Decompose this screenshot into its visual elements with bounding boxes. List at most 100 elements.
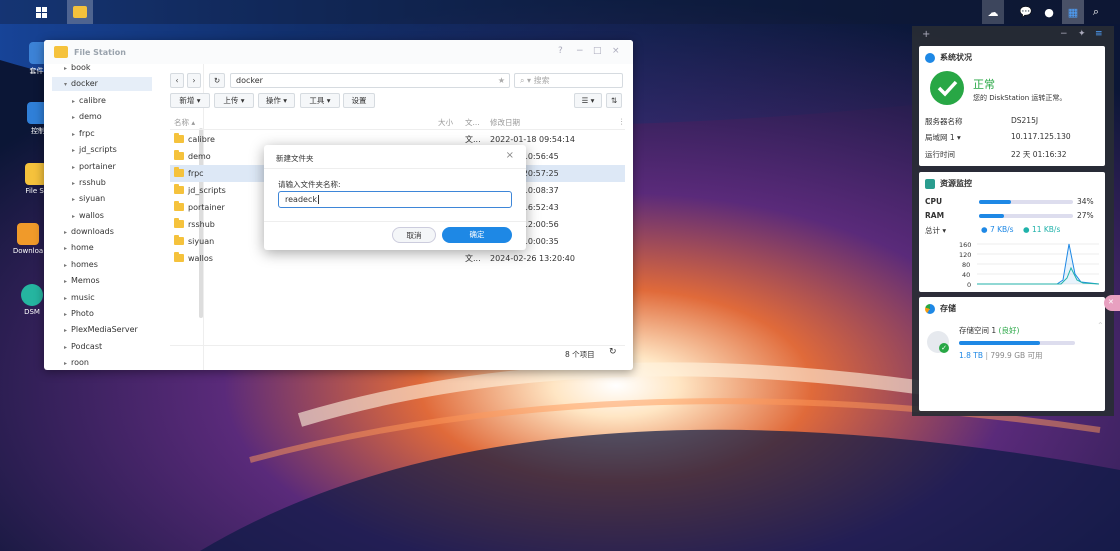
side-handle[interactable]: ✕ bbox=[1104, 295, 1120, 311]
tools-button[interactable]: 工具 ▾ bbox=[300, 93, 340, 108]
folder-icon bbox=[174, 235, 184, 245]
widget-header: 存储 bbox=[925, 303, 956, 314]
widgets-button[interactable]: ▦ bbox=[1062, 0, 1084, 24]
chevron-right-icon: ▸ bbox=[64, 262, 68, 269]
maximize-button[interactable]: □ bbox=[593, 46, 602, 56]
new-button[interactable]: 新增 ▾ bbox=[170, 93, 210, 108]
system-health-widget: 系统状况 正常 您的 DiskStation 运转正常。 服务器名称 DS215… bbox=[919, 46, 1105, 166]
path-field[interactable]: docker ★ bbox=[230, 73, 510, 88]
pin-icon[interactable]: ✦ bbox=[1078, 29, 1086, 39]
volume-capacity: 1.8 TB | 799.9 GB 可用 bbox=[959, 351, 1043, 360]
tree-item-music[interactable]: ▸ music bbox=[64, 291, 95, 305]
window-titlebar[interactable]: File Station bbox=[44, 40, 633, 64]
volume-usage-bar bbox=[959, 341, 1075, 345]
tree-item-book[interactable]: ▸ book bbox=[64, 64, 91, 75]
chevron-right-icon: ▸ bbox=[64, 327, 68, 334]
y-tick: 80 bbox=[962, 261, 971, 269]
search-input[interactable]: ⌕ ▾ 搜索 bbox=[514, 73, 623, 88]
upload-button[interactable]: 上传 ▾ bbox=[214, 93, 254, 108]
tree-item-siyuan[interactable]: ▸ siyuan bbox=[72, 192, 105, 206]
tree-item-calibre[interactable]: ▸ calibre bbox=[72, 94, 106, 108]
collapse-icon[interactable]: ⌃ bbox=[1097, 321, 1104, 330]
taskbar-file-station[interactable] bbox=[67, 0, 93, 24]
settings-button[interactable]: 设置 bbox=[343, 93, 375, 108]
chevron-right-icon: ▸ bbox=[64, 65, 68, 72]
tree-item-downloads[interactable]: ▸ downloads bbox=[64, 225, 114, 239]
close-button[interactable]: × bbox=[612, 46, 620, 56]
chevron-right-icon: ▸ bbox=[72, 114, 76, 121]
refresh-icon: ↻ bbox=[213, 76, 221, 85]
help-icon bbox=[21, 284, 43, 306]
column-name[interactable]: 名称 ▴ bbox=[174, 117, 195, 128]
sync-status-button[interactable]: ☁ bbox=[982, 0, 1004, 24]
main-menu-button[interactable] bbox=[28, 0, 54, 24]
folder-name-input[interactable]: readeck bbox=[278, 191, 512, 208]
minimize-button[interactable]: − bbox=[576, 46, 584, 56]
column-size[interactable]: 大小 bbox=[438, 117, 453, 128]
tree-item-podcast[interactable]: ▸ Podcast bbox=[64, 340, 102, 354]
tree-item-demo[interactable]: ▸ demo bbox=[72, 110, 102, 124]
folder-icon bbox=[174, 133, 184, 143]
widget-settings-icon[interactable]: ≡ bbox=[1095, 29, 1103, 39]
tree-item-roon[interactable]: ▸ roon bbox=[64, 356, 89, 370]
check-badge-icon: ✓ bbox=[939, 343, 949, 353]
action-button[interactable]: 操作 ▾ bbox=[258, 93, 295, 108]
ok-button[interactable]: 确定 bbox=[442, 227, 512, 243]
server-name-value: DS215J bbox=[1011, 116, 1039, 125]
folder-icon bbox=[73, 6, 87, 18]
back-button[interactable]: ‹ bbox=[170, 73, 184, 88]
user-button[interactable]: ● bbox=[1040, 0, 1058, 24]
volume-usage-fill bbox=[959, 341, 1041, 345]
folder-icon bbox=[174, 184, 184, 194]
widget-header: 系统状况 bbox=[925, 52, 972, 63]
chevron-right-icon: ▸ bbox=[72, 98, 76, 105]
forward-button[interactable]: › bbox=[187, 73, 201, 88]
search-button[interactable]: ⌕ bbox=[1086, 0, 1106, 24]
list-icon: ☰ ▾ bbox=[581, 96, 595, 105]
sort-button[interactable]: ⇅ bbox=[606, 93, 622, 108]
tree-item-photo[interactable]: ▸ Photo bbox=[64, 307, 94, 321]
chevron-right-icon: ▸ bbox=[64, 360, 68, 367]
minimize-icon[interactable]: − bbox=[1060, 29, 1068, 39]
cpu-label: CPU bbox=[925, 197, 943, 206]
health-state: 正常 bbox=[973, 78, 995, 91]
tree-item-homes[interactable]: ▸ homes bbox=[64, 258, 98, 272]
grid-icon bbox=[35, 6, 47, 18]
tree-item-plexmediaserver[interactable]: ▸ PlexMediaServer bbox=[64, 323, 138, 337]
help-button[interactable]: ? bbox=[558, 46, 563, 56]
refresh-button[interactable]: ↻ bbox=[209, 73, 225, 88]
refresh-icon[interactable]: ↻ bbox=[609, 347, 617, 357]
network-chart bbox=[977, 243, 1099, 285]
lan-label[interactable]: 局域网 1 ▾ bbox=[925, 132, 961, 143]
tree-item-home[interactable]: ▸ home bbox=[64, 241, 94, 255]
tree-item-portainer[interactable]: ▸ portainer bbox=[72, 160, 116, 174]
tree-item-docker[interactable]: ▾ docker bbox=[52, 77, 152, 91]
chevron-right-icon: › bbox=[192, 76, 196, 85]
desktop-icon-download-station[interactable]: Downloa bbox=[8, 223, 48, 255]
chevron-right-icon: ▸ bbox=[72, 196, 76, 203]
tree-item-frpc[interactable]: ▸ frpc bbox=[72, 127, 95, 141]
chevron-right-icon: ▸ bbox=[64, 245, 68, 252]
close-icon[interactable]: × bbox=[506, 150, 514, 161]
storage-icon bbox=[925, 303, 935, 314]
tree-item-rsshub[interactable]: ▸ rsshub bbox=[72, 176, 106, 190]
star-icon[interactable]: ★ bbox=[498, 74, 505, 87]
check-circle-icon bbox=[930, 71, 964, 105]
add-widget-icon[interactable]: + bbox=[922, 29, 930, 40]
messages-button[interactable]: 💬 bbox=[1016, 0, 1036, 24]
storage-widget: 存储 ⌃ ✓ 存储空间 1 (良好) 1.8 TB | 799.9 GB 可用 bbox=[919, 297, 1105, 411]
chevron-right-icon: ▸ bbox=[72, 213, 76, 220]
tree-item-wallos[interactable]: ▸ wallos bbox=[72, 209, 104, 223]
network-select[interactable]: 总计 ▾ bbox=[925, 225, 946, 236]
cancel-button[interactable]: 取消 bbox=[392, 227, 436, 243]
column-modified[interactable]: 修改日期 bbox=[490, 117, 520, 128]
tree-item-jd-scripts[interactable]: ▸ jd_scripts bbox=[72, 143, 117, 157]
column-type[interactable]: 文... bbox=[465, 117, 480, 128]
new-folder-dialog: 新建文件夹 × 请输入文件夹名称: readeck 取消 确定 bbox=[264, 145, 526, 250]
table-row[interactable]: wallos 文... 2024-02-26 13:20:40 bbox=[170, 250, 625, 267]
column-options-icon[interactable]: ⋮ bbox=[618, 117, 626, 126]
tree-item-memos[interactable]: ▸ Memos bbox=[64, 274, 100, 288]
view-mode-button[interactable]: ☰ ▾ bbox=[574, 93, 602, 108]
search-icon: ⌕ ▾ bbox=[520, 76, 532, 85]
y-tick: 120 bbox=[959, 251, 972, 259]
